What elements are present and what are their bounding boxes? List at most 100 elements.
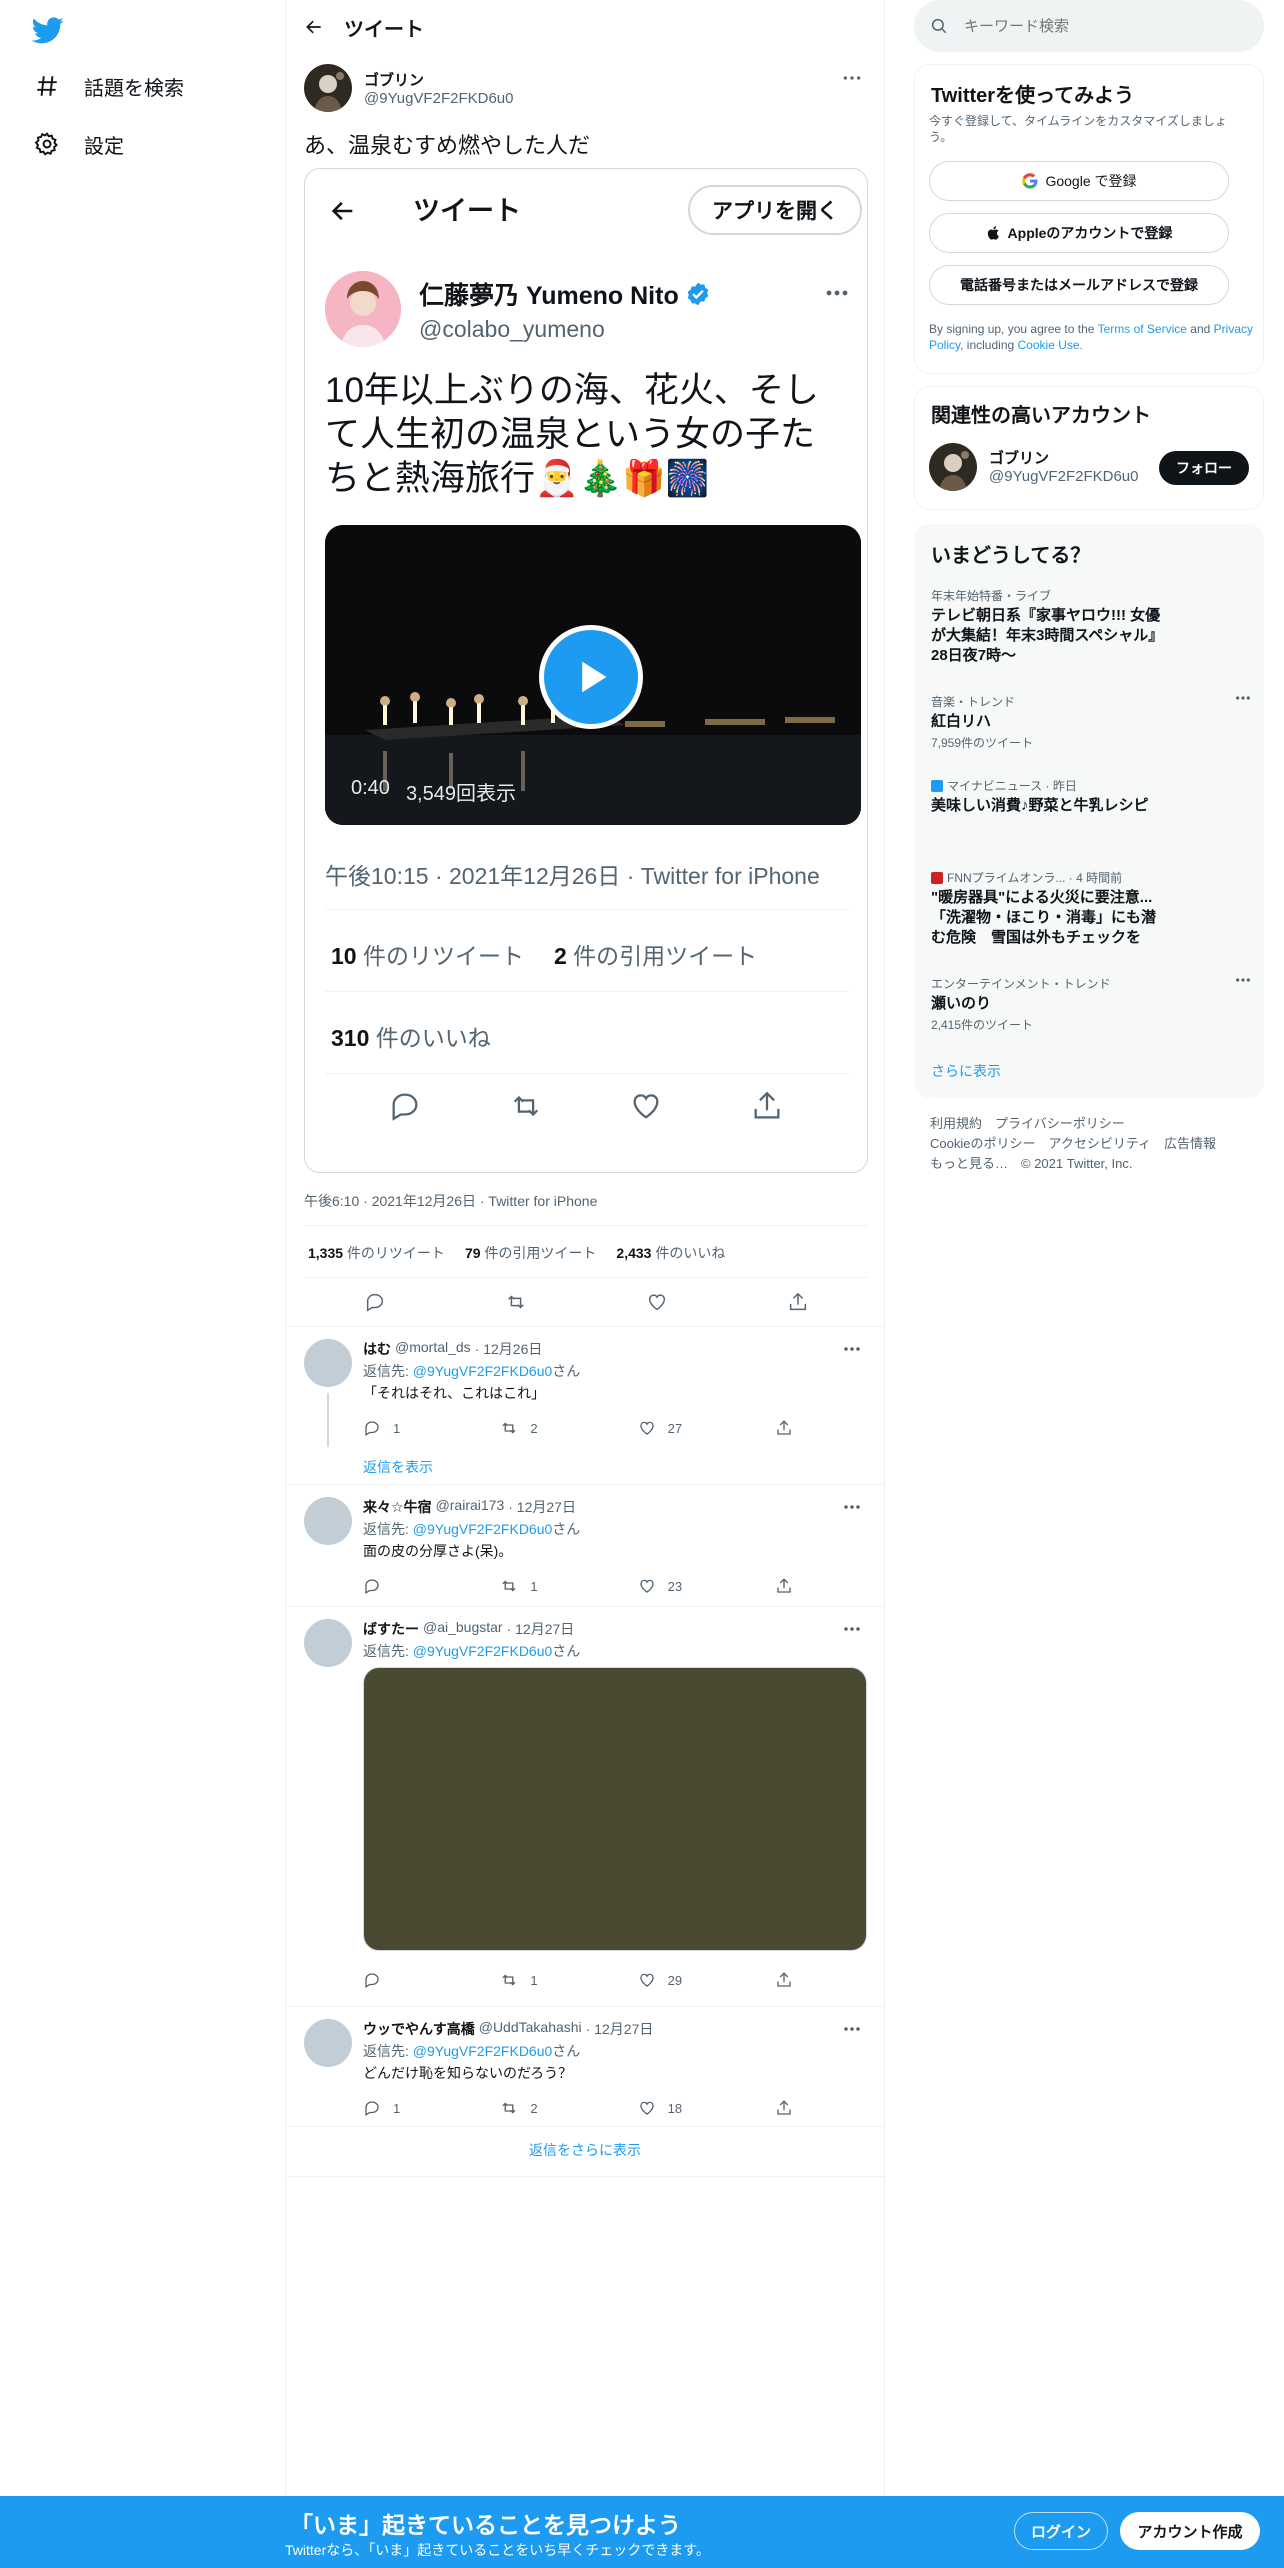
reply-author-handle[interactable]: @UddTakahashi <box>479 2019 582 2039</box>
reply-button[interactable] <box>363 1577 433 1595</box>
reply-author-name[interactable]: ばすたー <box>363 1619 419 1639</box>
show-more-replies-link[interactable]: 返信をさらに表示 <box>286 2140 884 2160</box>
more-options-button[interactable] <box>836 1497 868 1517</box>
reply-to-link[interactable]: @9YugVF2F2FKD6u0 <box>413 1521 553 1537</box>
likes-stat[interactable]: 2,433 件のいいね <box>616 1243 725 1263</box>
trend-source: FNNプライムオンラ... · 4 時間前 <box>931 869 1251 886</box>
embedded-author-name: 仁藤夢乃 Yumeno Nito <box>419 276 711 312</box>
retweet-button[interactable]: 1 <box>500 1577 570 1595</box>
reply-author-name[interactable]: 来々☆牛宿 <box>363 1497 432 1517</box>
reply-tweet[interactable]: ウッでやんす高橋 @UddTakahashi · 12月27日 返信先: @9Y… <box>286 2006 884 2126</box>
like-button[interactable]: 23 <box>638 1577 708 1595</box>
like-button[interactable]: 29 <box>638 1971 708 1989</box>
like-count: 23 <box>667 1578 683 1594</box>
reply-tweet[interactable]: 来々☆牛宿 @rairai173 · 12月27日 返信先: @9YugVF2F… <box>286 1484 884 1606</box>
reply-author-handle[interactable]: @ai_bugstar <box>423 1619 503 1639</box>
author-name[interactable]: ゴブリン <box>364 69 513 90</box>
reply-date[interactable]: · 12月27日 <box>508 1497 576 1517</box>
reply-image[interactable] <box>363 1667 867 1951</box>
search-bar[interactable] <box>914 0 1264 52</box>
footer-line[interactable]: もっと見る… © 2021 Twitter, Inc. <box>930 1154 1250 1174</box>
more-options-button[interactable] <box>836 2019 868 2039</box>
reply-button[interactable] <box>363 1971 433 1989</box>
cookie-link[interactable]: Cookie Use. <box>1018 338 1083 352</box>
like-button[interactable]: 18 <box>638 2099 708 2117</box>
embedded-topbar: ツイート アプリを開く <box>305 169 867 251</box>
google-signup-button[interactable]: Google で登録 <box>929 161 1229 201</box>
reply-author-handle[interactable]: @mortal_ds <box>395 1339 471 1359</box>
avatar[interactable] <box>304 64 352 112</box>
more-options-button[interactable] <box>836 1339 868 1359</box>
reply-date[interactable]: · 12月27日 <box>507 1619 575 1639</box>
share-button[interactable] <box>775 1971 793 1989</box>
author-handle[interactable]: @9YugVF2F2FKD6u0 <box>364 90 513 107</box>
back-button[interactable] <box>286 0 342 54</box>
reply-to-link[interactable]: @9YugVF2F2FKD6u0 <box>413 2043 553 2059</box>
retweet-button[interactable]: 1 <box>500 1971 570 1989</box>
retweet-button[interactable] <box>504 1290 528 1314</box>
avatar[interactable] <box>304 1339 352 1387</box>
nav-settings[interactable]: 設定 <box>34 124 124 164</box>
terms-link[interactable]: Terms of Service <box>1098 322 1187 336</box>
footer-line[interactable]: Cookieのポリシー アクセシビリティ 広告情報 <box>930 1134 1250 1154</box>
share-button[interactable] <box>786 1290 810 1314</box>
ellipsis-icon[interactable] <box>1235 695 1251 701</box>
reply-author-name[interactable]: ウッでやんす高橋 <box>363 2019 475 2039</box>
trend-item[interactable]: エンターテインメント・トレンド 瀬いのり 2,415件のツイート <box>931 975 1251 1033</box>
follow-button[interactable]: フォロー <box>1159 451 1249 485</box>
tweet-image[interactable]: ツイート アプリを開く 仁藤夢乃 Yumeno Nito @colabo_yum… <box>304 168 868 1173</box>
avatar[interactable] <box>304 1619 352 1667</box>
retweet-button[interactable]: 2 <box>500 2099 570 2117</box>
reply-tweet[interactable]: ばすたー @ai_bugstar · 12月27日 返信先: @9YugVF2F… <box>286 1606 884 2006</box>
share-button[interactable] <box>775 2099 793 2117</box>
avatar[interactable] <box>304 2019 352 2067</box>
reply-button[interactable] <box>363 1290 387 1314</box>
trend-item[interactable]: 年末年始特番・ライブ テレビ朝日系『家事ヤロウ!!! 女優が大集結！年末3時間ス… <box>931 587 1251 666</box>
avatar[interactable] <box>929 443 977 491</box>
share-button[interactable] <box>775 1419 793 1437</box>
share-button[interactable] <box>775 1577 793 1595</box>
search-input[interactable] <box>964 17 1224 35</box>
more-options-button[interactable] <box>836 1619 868 1639</box>
footer-line[interactable]: 利用規約 プライバシーポリシー <box>930 1114 1250 1134</box>
ellipsis-icon[interactable] <box>1235 977 1251 983</box>
twitter-bird-icon[interactable] <box>32 14 64 46</box>
divider <box>286 2176 884 2177</box>
like-button[interactable] <box>645 1290 669 1314</box>
share-icon <box>777 1420 791 1435</box>
tweet-timestamp[interactable]: 午後6:10 · 2021年12月26日 · Twitter for iPhon… <box>304 1191 597 1211</box>
trend-item[interactable]: FNNプライムオンラ... · 4 時間前 "暖房器具"による火災に要注意...… <box>931 869 1251 948</box>
page-title: ツイート <box>344 18 424 41</box>
avatar[interactable] <box>304 1497 352 1545</box>
like-button[interactable]: 27 <box>638 1419 708 1437</box>
trend-item[interactable]: 音楽・トレンド 紅白リハ 7,959件のツイート <box>931 693 1251 751</box>
reply-tweet[interactable]: はむ @mortal_ds · 12月26日 返信先: @9YugVF2F2FK… <box>286 1326 884 1484</box>
embedded-divider <box>325 991 849 992</box>
reply-to-prefix: 返信先: <box>363 2043 409 2059</box>
reply-author-handle[interactable]: @rairai173 <box>436 1497 505 1517</box>
apple-signup-button[interactable]: Appleのアカウントで登録 <box>929 213 1229 253</box>
phone-email-signup-button[interactable]: 電話番号またはメールアドレスで登録 <box>929 265 1229 305</box>
reply-to-link[interactable]: @9YugVF2F2FKD6u0 <box>413 1363 553 1379</box>
show-replies-link[interactable]: 返信を表示 <box>363 1457 433 1477</box>
reply-date[interactable]: · 12月27日 <box>586 2019 654 2039</box>
reply-date[interactable]: · 12月26日 <box>475 1339 543 1359</box>
reply-button[interactable]: 1 <box>363 1419 433 1437</box>
show-more-trends-link[interactable]: さらに表示 <box>931 1061 1001 1081</box>
embedded-like-count: 310 <box>331 1025 370 1051</box>
login-button[interactable]: ログイン <box>1014 2512 1108 2550</box>
trend-item[interactable]: マイナビニュース · 昨日 美味しい消費♪野菜と牛乳レシピ <box>931 777 1251 816</box>
embedded-quote-label: 件の引用ツイート <box>573 943 758 969</box>
more-options-button[interactable] <box>836 68 868 88</box>
reply-author-name[interactable]: はむ <box>363 1339 391 1359</box>
quotes-stat[interactable]: 79 件の引用ツイート <box>465 1243 596 1263</box>
related-account-info[interactable]: ゴブリン @9YugVF2F2FKD6u0 <box>989 447 1138 485</box>
main-column: ツイート ゴブリン @9YugVF2F2FKD6u0 あ、温泉むすめ燃やした人だ… <box>285 0 885 2568</box>
create-account-button[interactable]: アカウント作成 <box>1120 2512 1260 2550</box>
nav-explore[interactable]: 話題を検索 <box>34 66 184 106</box>
retweets-stat[interactable]: 1,335 件のリツイート <box>308 1243 445 1263</box>
reply-to-suffix: さん <box>552 1363 581 1379</box>
retweet-button[interactable]: 2 <box>500 1419 570 1437</box>
reply-button[interactable]: 1 <box>363 2099 433 2117</box>
reply-to-link[interactable]: @9YugVF2F2FKD6u0 <box>413 1643 553 1659</box>
